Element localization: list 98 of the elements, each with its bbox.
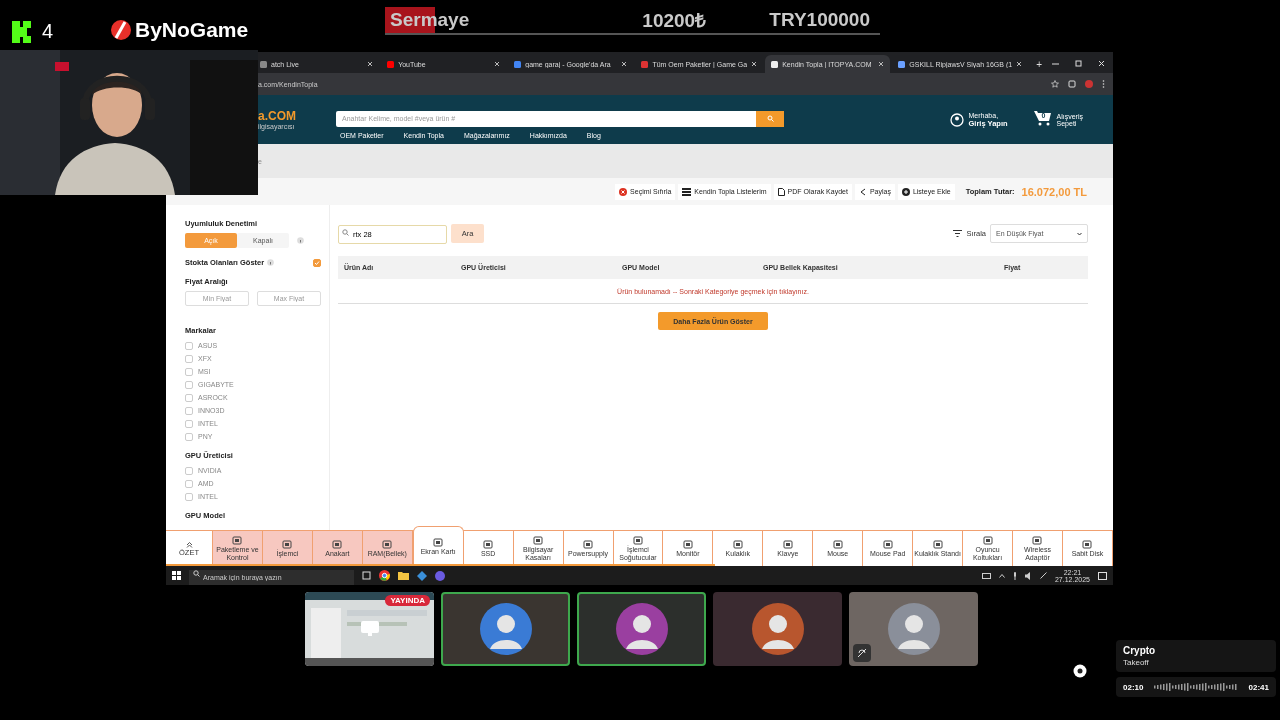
song-title: Crypto [1123, 645, 1157, 656]
cart-icon [1033, 109, 1052, 126]
filter-checkbox[interactable] [185, 406, 193, 415]
search-icon [342, 229, 349, 236]
total-amount: 16.072,00 TL [1021, 185, 1087, 198]
logo-icon [12, 20, 34, 43]
filter-checkbox[interactable] [185, 466, 193, 475]
plus-icon [901, 187, 910, 196]
favicon-icon [260, 60, 267, 68]
filter-checkbox[interactable] [185, 492, 193, 501]
close-icon [1016, 61, 1023, 67]
favicon-icon [771, 60, 779, 68]
filter-checkbox[interactable] [185, 367, 193, 376]
stock-checkbox[interactable] [313, 258, 321, 267]
task-view-icon [362, 571, 371, 580]
filter-checkbox[interactable] [185, 393, 193, 402]
chip-icon [433, 537, 444, 547]
filter-checkbox[interactable] [185, 380, 193, 389]
folder-icon[interactable] [398, 571, 409, 580]
microphone-icon [1012, 571, 1017, 580]
chip-icon [282, 539, 293, 549]
chip-icon [583, 539, 594, 549]
filter-checkbox[interactable] [185, 432, 193, 441]
budget-total: TRY100000 [769, 9, 870, 31]
chrome-icon[interactable] [379, 570, 390, 581]
chip-icon [732, 539, 743, 549]
filter-checkbox[interactable] [185, 479, 193, 488]
participant-tile[interactable] [713, 592, 842, 666]
pen-icon [1039, 572, 1047, 579]
menu-icon [1102, 80, 1105, 88]
filter-checkbox[interactable] [185, 341, 193, 350]
chip-icon [932, 539, 943, 549]
filter-checkbox[interactable] [185, 419, 193, 428]
duration-time: 02:41 [1248, 682, 1269, 692]
info-icon [297, 237, 304, 244]
chip-icon [832, 539, 843, 549]
share-icon [858, 187, 867, 196]
chip-icon [682, 539, 693, 549]
chevron-up-icon [998, 573, 1005, 578]
participant-tile[interactable] [577, 592, 706, 666]
document-icon [777, 187, 785, 196]
chevron-down-icon [1077, 231, 1082, 236]
site-logo[interactable]: a.COM [258, 109, 310, 123]
app-icon[interactable] [417, 570, 427, 581]
chip-icon [1032, 536, 1043, 546]
muted-icon [853, 644, 871, 662]
budget-spent: 10200₺ [642, 9, 707, 33]
record-icon [1073, 664, 1087, 678]
profile-icon [1085, 80, 1093, 88]
notification-icon [1098, 571, 1107, 580]
chip-icon [483, 539, 494, 549]
chip-icon [232, 536, 243, 546]
maximize-icon [1075, 60, 1082, 67]
favicon-icon [641, 60, 649, 68]
participant-tile[interactable] [849, 592, 978, 666]
star-icon [1051, 80, 1059, 88]
close-icon [878, 61, 885, 67]
chip-icon [533, 536, 544, 546]
chip-icon [982, 536, 993, 546]
viewer-count: 4 [42, 20, 54, 43]
search-icon [193, 570, 200, 577]
chip-icon [782, 539, 793, 549]
close-icon [1098, 60, 1105, 67]
chip-icon [382, 539, 393, 549]
favicon-icon [514, 60, 522, 68]
brand-name: ByNoGame [135, 18, 249, 42]
info-icon [267, 259, 275, 266]
elapsed-time: 02:10 [1123, 682, 1144, 692]
participant-tile[interactable] [441, 592, 570, 666]
search-icon [766, 115, 774, 122]
search-button[interactable] [756, 110, 784, 127]
song-artist: Takeoff [1123, 658, 1150, 667]
new-tab-button[interactable]: + [1030, 59, 1048, 73]
chip-icon [332, 539, 343, 549]
extension-icon [1068, 80, 1076, 88]
filter-checkbox[interactable] [185, 354, 193, 363]
favicon-icon [898, 60, 906, 68]
minimize-icon [1052, 60, 1059, 67]
close-icon [619, 187, 628, 196]
close-icon [494, 61, 501, 67]
windows-icon [172, 571, 181, 580]
chip-icon [632, 536, 643, 546]
screen-share-tile[interactable]: YAYINDA [305, 592, 434, 666]
favicon-icon [387, 60, 395, 68]
chip-icon [1082, 539, 1093, 549]
chevrons-up-icon [185, 540, 193, 548]
user-icon [949, 112, 964, 127]
logo-icon [110, 19, 132, 41]
live-badge: YAYINDA [385, 595, 430, 606]
speaker-icon [1024, 571, 1032, 580]
chip-icon [882, 539, 893, 549]
keyboard-icon [981, 572, 991, 579]
close-icon [621, 61, 628, 67]
close-icon [751, 61, 758, 67]
filter-icon [953, 230, 963, 237]
close-icon [367, 61, 374, 67]
list-icon [682, 187, 692, 196]
app-icon[interactable] [435, 570, 445, 581]
